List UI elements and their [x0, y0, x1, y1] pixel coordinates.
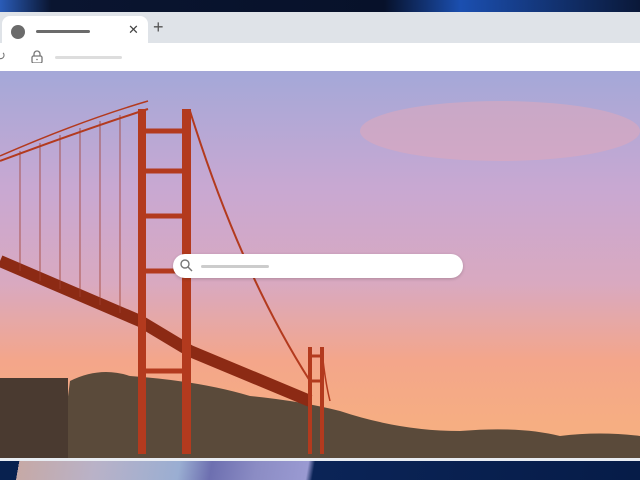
- search-box[interactable]: [173, 254, 463, 278]
- building: [0, 378, 68, 458]
- search-placeholder: [201, 265, 269, 268]
- circle-favicon-icon: [11, 25, 25, 39]
- desktop-wallpaper-top: [0, 0, 640, 12]
- tab-title-placeholder: [36, 30, 90, 33]
- search-icon: [180, 259, 193, 272]
- toolbar: ↻: [0, 43, 640, 71]
- reload-icon[interactable]: ↻: [0, 48, 6, 64]
- tab-strip: ✕ +: [0, 12, 640, 47]
- close-icon[interactable]: ✕: [128, 22, 139, 38]
- address-bar[interactable]: [55, 56, 122, 59]
- desktop-wallpaper-bottom: [0, 461, 640, 480]
- new-tab-page: [0, 71, 640, 458]
- lock-icon[interactable]: [31, 50, 43, 63]
- plus-icon[interactable]: +: [153, 18, 164, 36]
